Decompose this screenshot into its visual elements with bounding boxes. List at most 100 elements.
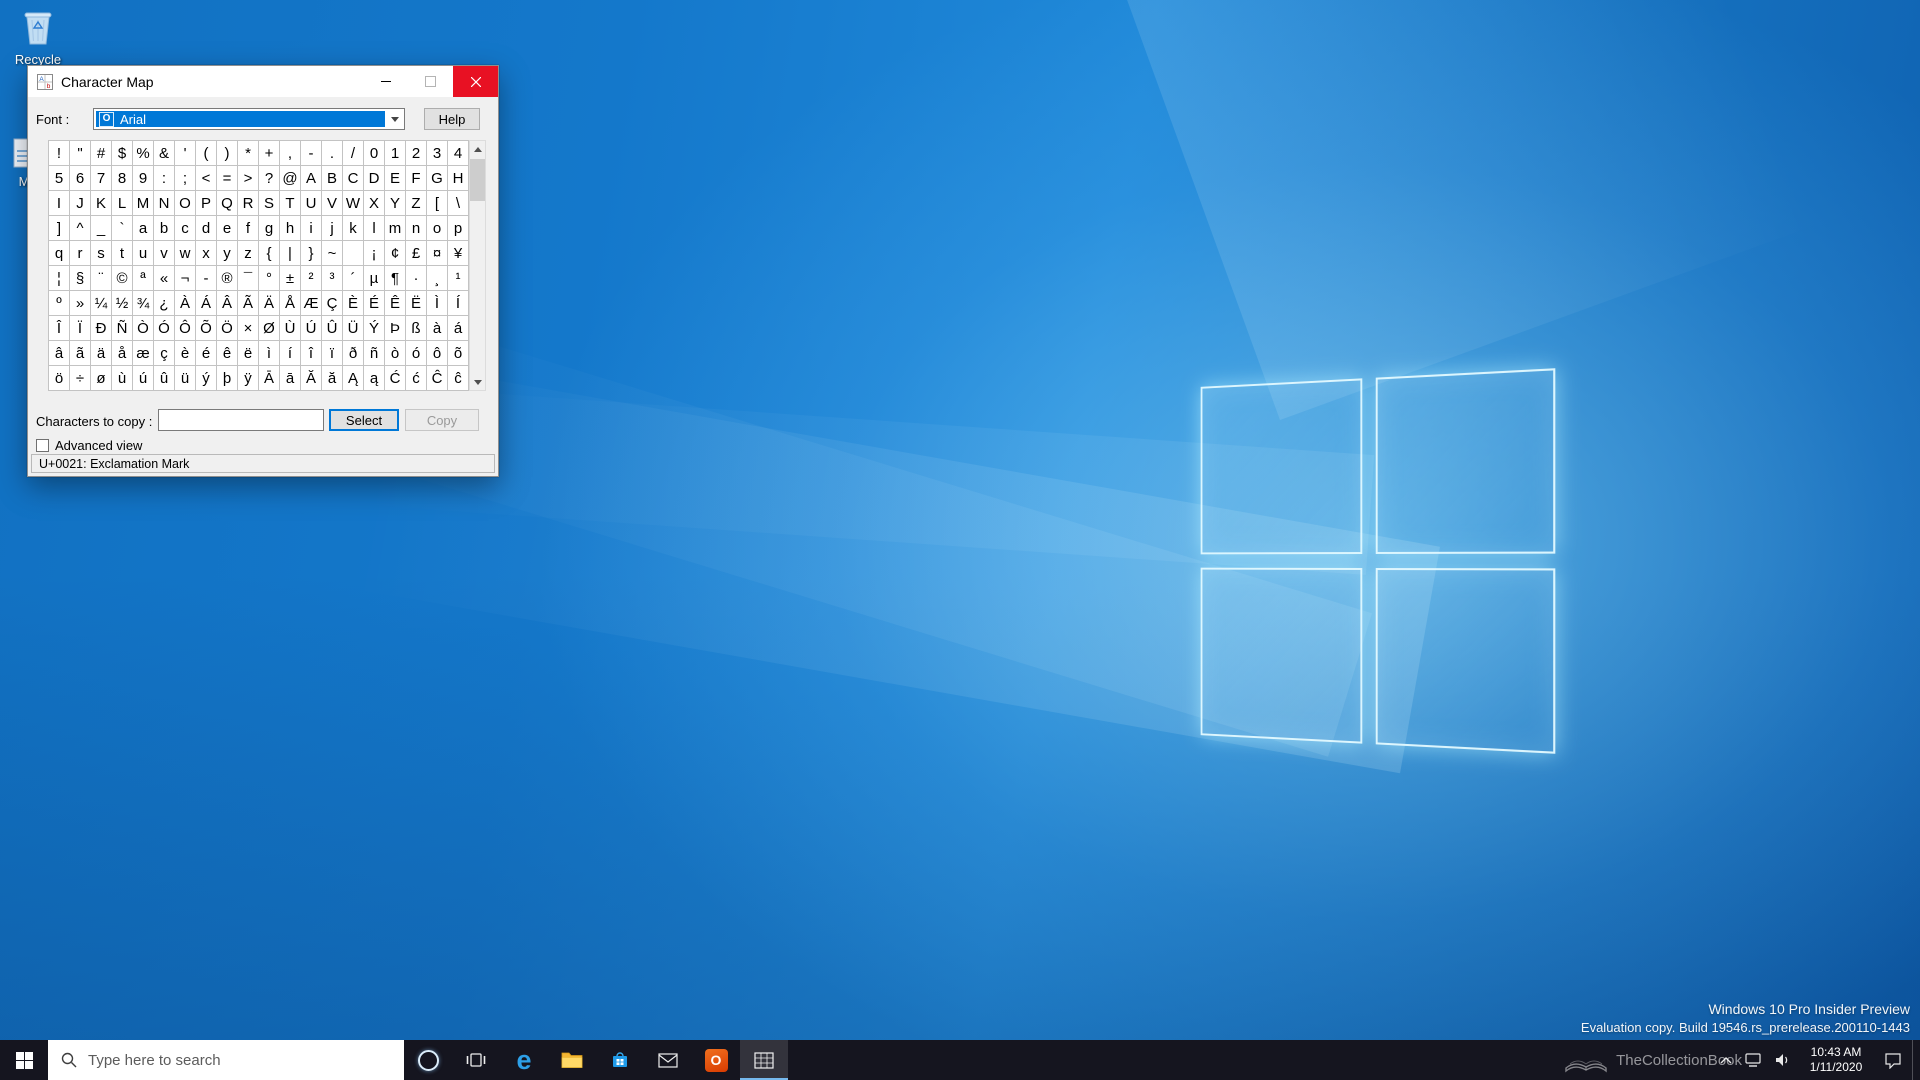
char-cell[interactable]: í: [280, 341, 301, 366]
char-cell[interactable]: >: [238, 166, 259, 191]
char-cell[interactable]: ¿: [154, 291, 175, 316]
char-cell[interactable]: ¸: [427, 266, 448, 291]
char-cell[interactable]: ¬: [175, 266, 196, 291]
char-cell[interactable]: é: [196, 341, 217, 366]
char-cell[interactable]: Ć: [385, 366, 406, 391]
char-cell[interactable]: E: [385, 166, 406, 191]
char-cell[interactable]: 9: [133, 166, 154, 191]
char-cell[interactable]: 6: [70, 166, 91, 191]
char-cell[interactable]: þ: [217, 366, 238, 391]
edge-button[interactable]: e: [500, 1040, 548, 1080]
char-cell[interactable]: Â: [217, 291, 238, 316]
char-cell[interactable]: ¤: [427, 241, 448, 266]
char-cell[interactable]: V: [322, 191, 343, 216]
char-cell[interactable]: /: [343, 141, 364, 166]
char-cell[interactable]: B: [322, 166, 343, 191]
char-cell[interactable]: Ĉ: [427, 366, 448, 391]
char-cell[interactable]: ²: [301, 266, 322, 291]
char-cell[interactable]: ô: [427, 341, 448, 366]
char-cell[interactable]: {: [259, 241, 280, 266]
char-cell[interactable]: [343, 241, 364, 266]
char-cell[interactable]: º: [49, 291, 70, 316]
char-cell[interactable]: Í: [448, 291, 469, 316]
start-button[interactable]: [0, 1040, 48, 1080]
tray-clock[interactable]: 10:43 AM 1/11/2020: [1798, 1040, 1874, 1080]
char-cell[interactable]: S: [259, 191, 280, 216]
char-cell[interactable]: µ: [364, 266, 385, 291]
char-cell[interactable]: Ă: [301, 366, 322, 391]
char-cell[interactable]: 5: [49, 166, 70, 191]
char-cell[interactable]: ü: [175, 366, 196, 391]
char-cell[interactable]: Ê: [385, 291, 406, 316]
file-explorer-button[interactable]: [548, 1040, 596, 1080]
char-cell[interactable]: O: [175, 191, 196, 216]
char-cell[interactable]: %: [133, 141, 154, 166]
char-cell[interactable]: N: [154, 191, 175, 216]
char-cell[interactable]: ć: [406, 366, 427, 391]
char-cell[interactable]: õ: [448, 341, 469, 366]
char-cell[interactable]: @: [280, 166, 301, 191]
char-cell[interactable]: Ñ: [112, 316, 133, 341]
char-cell[interactable]: ä: [91, 341, 112, 366]
char-cell[interactable]: ú: [133, 366, 154, 391]
char-cell[interactable]: ă: [322, 366, 343, 391]
char-cell[interactable]: i: [301, 216, 322, 241]
characters-to-copy-input[interactable]: [158, 409, 324, 431]
char-cell[interactable]: ¡: [364, 241, 385, 266]
char-cell[interactable]: <: [196, 166, 217, 191]
char-cell[interactable]: &: [154, 141, 175, 166]
char-cell[interactable]: J: [70, 191, 91, 216]
char-cell[interactable]: ç: [154, 341, 175, 366]
char-cell[interactable]: `: [112, 216, 133, 241]
char-cell[interactable]: ,: [280, 141, 301, 166]
char-cell[interactable]: _: [91, 216, 112, 241]
char-cell[interactable]: à: [427, 316, 448, 341]
show-desktop-button[interactable]: [1912, 1040, 1920, 1080]
char-cell[interactable]: °: [259, 266, 280, 291]
char-cell[interactable]: »: [70, 291, 91, 316]
char-cell[interactable]: Ç: [322, 291, 343, 316]
char-cell[interactable]: Ü: [343, 316, 364, 341]
scroll-down-button[interactable]: [470, 374, 485, 390]
char-cell[interactable]: À: [175, 291, 196, 316]
char-cell[interactable]: R: [238, 191, 259, 216]
char-cell[interactable]: ®: [217, 266, 238, 291]
char-cell[interactable]: Z: [406, 191, 427, 216]
scrollbar-thumb[interactable]: [470, 159, 485, 201]
char-cell[interactable]: c: [175, 216, 196, 241]
close-button[interactable]: [453, 66, 498, 97]
char-cell[interactable]: t: [112, 241, 133, 266]
char-cell[interactable]: ë: [238, 341, 259, 366]
char-cell[interactable]: ³: [322, 266, 343, 291]
char-cell[interactable]: â: [49, 341, 70, 366]
char-cell[interactable]: 4: [448, 141, 469, 166]
char-cell[interactable]: g: [259, 216, 280, 241]
char-cell[interactable]: D: [364, 166, 385, 191]
font-combobox[interactable]: O Arial: [93, 108, 405, 130]
char-cell[interactable]: ù: [112, 366, 133, 391]
char-cell[interactable]: [: [427, 191, 448, 216]
char-cell[interactable]: æ: [133, 341, 154, 366]
char-cell[interactable]: ´: [343, 266, 364, 291]
network-tray-button[interactable]: [1738, 1040, 1768, 1080]
char-cell[interactable]: Y: [385, 191, 406, 216]
char-cell[interactable]: ¢: [385, 241, 406, 266]
char-cell[interactable]: ð: [343, 341, 364, 366]
copy-button[interactable]: Copy: [405, 409, 479, 431]
char-cell[interactable]: r: [70, 241, 91, 266]
char-cell[interactable]: 8: [112, 166, 133, 191]
office-button[interactable]: O: [692, 1040, 740, 1080]
char-cell[interactable]: Þ: [385, 316, 406, 341]
tray-overflow-button[interactable]: [1714, 1040, 1738, 1080]
char-cell[interactable]: 7: [91, 166, 112, 191]
char-cell[interactable]: o: [427, 216, 448, 241]
char-cell[interactable]: m: [385, 216, 406, 241]
char-cell[interactable]: ö: [49, 366, 70, 391]
char-cell[interactable]: «: [154, 266, 175, 291]
char-cell[interactable]: $: [112, 141, 133, 166]
char-cell[interactable]: Æ: [301, 291, 322, 316]
char-cell[interactable]: }: [301, 241, 322, 266]
char-cell[interactable]: ×: [238, 316, 259, 341]
char-cell[interactable]: h: [280, 216, 301, 241]
char-cell[interactable]: |: [280, 241, 301, 266]
